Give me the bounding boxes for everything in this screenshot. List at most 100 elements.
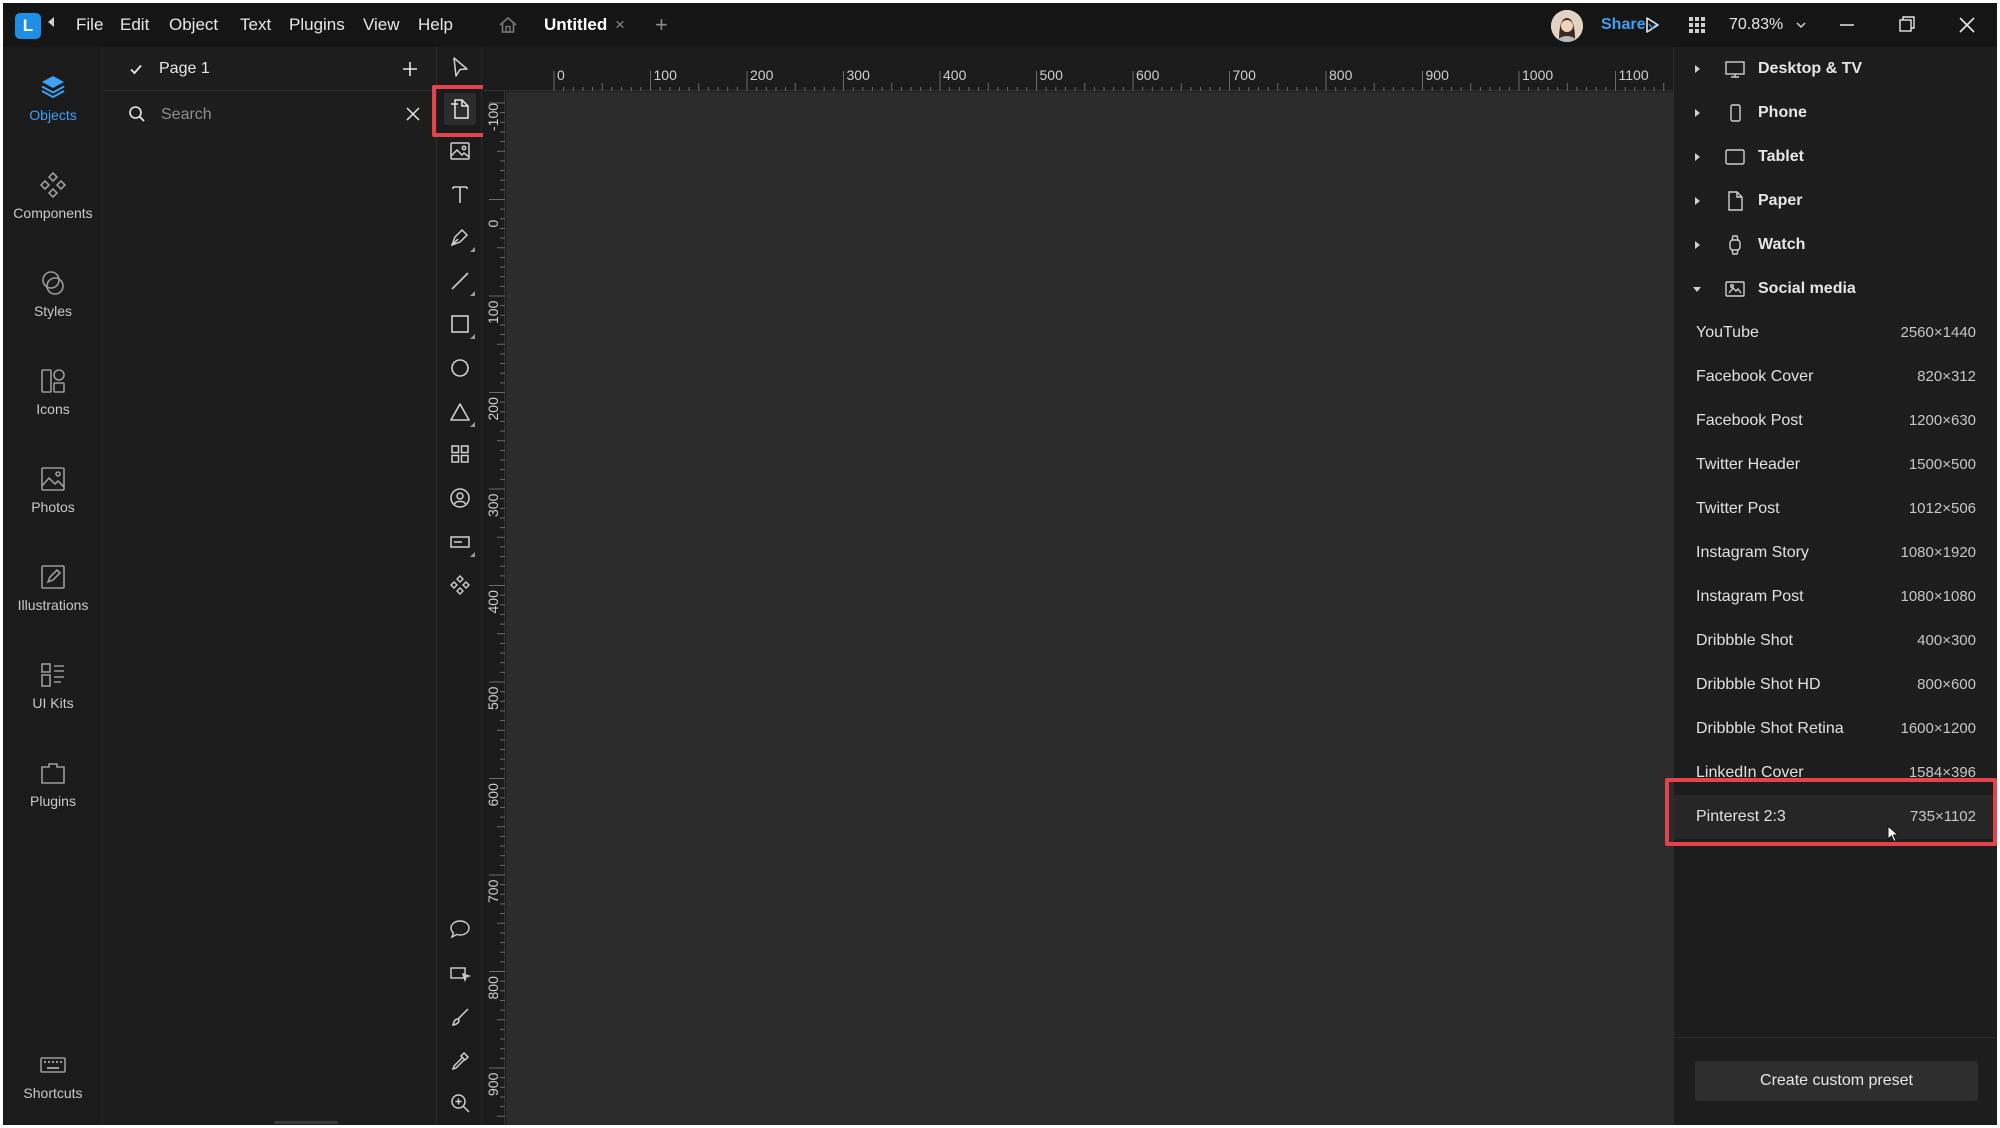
phone-icon — [1730, 104, 1741, 122]
menu-edit[interactable]: Edit — [120, 3, 149, 47]
nav-illustrations[interactable]: Illustrations — [3, 557, 103, 637]
menu-plugins[interactable]: Plugins — [289, 3, 345, 47]
nav-label: Icons — [36, 401, 70, 417]
preset-instagram-story[interactable]: Instagram Story 1080×1920 — [1674, 531, 1997, 575]
preset-dribbble-shot-retina[interactable]: Dribbble Shot Retina 1600×1200 — [1674, 707, 1997, 751]
menu-text[interactable]: Text — [240, 3, 271, 47]
preset-dribbble-shot-hd[interactable]: Dribbble Shot HD 800×600 — [1674, 663, 1997, 707]
nav-styles[interactable]: Styles — [3, 263, 103, 343]
preset-size: 820×312 — [1917, 368, 1976, 385]
nav-icons[interactable]: Icons — [3, 361, 103, 441]
preset-twitter-post[interactable]: Twitter Post 1012×506 — [1674, 487, 1997, 531]
category-phone[interactable]: Phone — [1674, 91, 1997, 135]
preset-name: Twitter Header — [1696, 456, 1801, 473]
grid-menu-icon[interactable] — [1687, 15, 1707, 35]
ruler-label: 700 — [485, 879, 501, 903]
page-selector[interactable]: Page 1 — [104, 47, 437, 91]
preset-twitter-header[interactable]: Twitter Header 1500×500 — [1674, 443, 1997, 487]
preset-instagram-post[interactable]: Instagram Post 1080×1080 — [1674, 575, 1997, 619]
scrollbar[interactable] — [274, 1121, 338, 1124]
menu-file[interactable]: File — [76, 3, 103, 47]
ruler-label: 200 — [750, 67, 774, 83]
line-tool[interactable] — [444, 265, 476, 297]
caret-down-icon — [1693, 287, 1701, 292]
text-tool[interactable] — [444, 178, 476, 210]
component-tool[interactable] — [444, 569, 476, 601]
image-tool[interactable] — [444, 135, 476, 167]
ruler-label: 600 — [485, 783, 501, 807]
category-paper[interactable]: Paper — [1674, 179, 1997, 223]
chevron-left-icon[interactable] — [48, 17, 55, 27]
submenu-indicator — [470, 552, 475, 557]
nav-ui-kits[interactable]: UI Kits — [3, 655, 103, 735]
preset-size: 1080×1080 — [1900, 588, 1977, 605]
close-tab-icon[interactable]: × — [615, 3, 625, 47]
nav-plugins[interactable]: Plugins — [3, 753, 103, 833]
polygon-tool[interactable] — [444, 396, 476, 428]
canvas[interactable] — [506, 92, 1673, 1125]
caret-right-icon — [1695, 153, 1700, 161]
close-window-icon[interactable] — [1945, 3, 1989, 47]
category-tablet[interactable]: Tablet — [1674, 135, 1997, 179]
preset-youtube[interactable]: YouTube 2560×1440 — [1674, 311, 1997, 355]
ruler-label: 1000 — [1522, 67, 1553, 83]
pen-tool[interactable] — [444, 221, 476, 253]
menu-object[interactable]: Object — [169, 3, 218, 47]
ruler-label: 900 — [1426, 67, 1450, 83]
nav-label: Illustrations — [17, 597, 89, 613]
menu-help[interactable]: Help — [418, 3, 453, 47]
tablet-icon — [1725, 149, 1745, 165]
nav-photos[interactable]: Photos — [3, 459, 103, 539]
brush-tool[interactable] — [444, 1001, 476, 1033]
chevron-down-icon[interactable] — [1795, 19, 1807, 31]
preset-facebook-cover[interactable]: Facebook Cover 820×312 — [1674, 355, 1997, 399]
menu-view[interactable]: View — [363, 3, 400, 47]
app-logo[interactable]: L — [15, 13, 41, 39]
preset-name: Instagram Post — [1696, 588, 1804, 605]
input-tool[interactable] — [444, 526, 476, 558]
nav-components[interactable]: Components — [3, 165, 103, 245]
ruler-label: 100 — [485, 300, 501, 324]
ellipse-tool[interactable] — [444, 352, 476, 384]
create-custom-preset-button[interactable]: Create custom preset — [1695, 1061, 1978, 1101]
avatar[interactable] — [1551, 10, 1583, 42]
search-input[interactable] — [161, 99, 381, 131]
preset-facebook-post[interactable]: Facebook Post 1200×630 — [1674, 399, 1997, 443]
restore-icon[interactable] — [1885, 3, 1929, 47]
category-social-media[interactable]: Social media — [1674, 267, 1997, 311]
eyedropper-tool[interactable] — [444, 1045, 476, 1077]
category-desktop-tv[interactable]: Desktop & TV — [1674, 47, 1997, 91]
nav-objects[interactable]: Objects — [3, 67, 103, 147]
zoom-tool[interactable] — [444, 1087, 476, 1119]
minimize-icon[interactable] — [1825, 3, 1869, 47]
document-tab-title[interactable]: Untitled — [544, 3, 607, 47]
select-tool[interactable] — [444, 51, 476, 83]
preset-name: Dribbble Shot HD — [1696, 676, 1821, 693]
image-icon — [450, 142, 470, 160]
add-page-icon[interactable] — [400, 59, 420, 79]
hotspot-tool[interactable] — [444, 957, 476, 989]
page-name[interactable]: Page 1 — [159, 47, 210, 91]
preset-size: 1080×1920 — [1900, 544, 1977, 561]
home-icon[interactable] — [498, 15, 518, 35]
avatar-tool[interactable] — [444, 482, 476, 514]
illustrations-icon — [41, 565, 65, 589]
share-button[interactable]: Share — [1601, 3, 1645, 47]
horizontal-ruler: 0 100 200 300 400 500 600 700 800 900 1000 1100 — [483, 47, 1673, 91]
category-watch[interactable]: Watch — [1674, 223, 1997, 267]
add-tab-icon[interactable]: + — [655, 3, 668, 47]
nav-shortcuts[interactable]: Shortcuts — [3, 1045, 103, 1125]
grid-tool[interactable] — [444, 438, 476, 470]
preset-dribbble-shot[interactable]: Dribbble Shot 400×300 — [1674, 619, 1997, 663]
chevron-down-icon[interactable] — [1648, 22, 1657, 30]
zoom-level[interactable]: 70.83% — [1729, 3, 1783, 47]
styles-icon — [42, 271, 64, 295]
comment-tool[interactable] — [444, 913, 476, 945]
ruler-label: 0 — [557, 67, 565, 83]
category-label: Desktop & TV — [1758, 60, 1863, 77]
rectangle-tool[interactable] — [444, 308, 476, 340]
collapse-icon[interactable] — [404, 105, 422, 123]
search-icon — [129, 106, 145, 122]
preset-name: Instagram Story — [1696, 544, 1809, 561]
ruler-label: 600 — [1136, 67, 1160, 83]
